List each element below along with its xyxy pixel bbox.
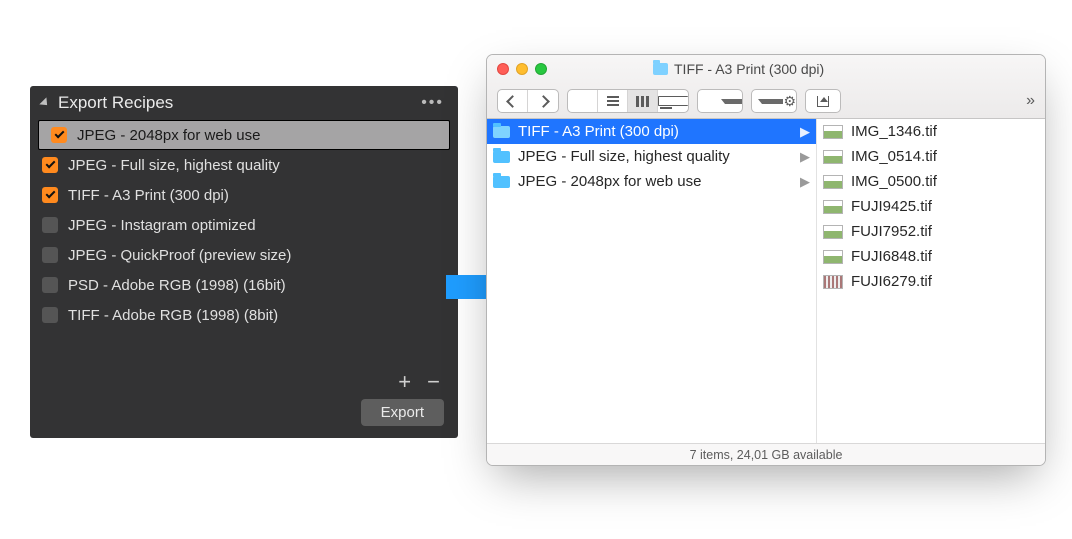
folder-row[interactable]: TIFF - A3 Print (300 dpi) ▶ [487,119,816,144]
recipe-row[interactable]: JPEG - Full size, highest quality [30,150,458,180]
recipe-checkbox[interactable] [42,157,58,173]
remove-recipe-button[interactable]: − [427,375,440,389]
folder-icon [493,176,510,188]
recipe-label: JPEG - 2048px for web use [77,127,260,144]
folder-row[interactable]: JPEG - Full size, highest quality ▶ [487,144,816,169]
file-thumbnail-icon [823,150,843,164]
maximize-window-icon[interactable] [535,63,547,75]
recipe-checkbox[interactable] [42,277,58,293]
group-by-button[interactable] [697,89,743,113]
recipe-label: TIFF - A3 Print (300 dpi) [68,187,229,204]
forward-button[interactable] [528,90,558,112]
folder-name: JPEG - 2048px for web use [518,173,701,190]
list-view-button[interactable] [598,90,628,112]
recipe-row[interactable]: JPEG - QuickProof (preview size) [30,240,458,270]
file-thumbnail-icon [823,275,843,289]
file-name: FUJI9425.tif [851,198,932,215]
recipe-row[interactable]: TIFF - A3 Print (300 dpi) [30,180,458,210]
folder-name: TIFF - A3 Print (300 dpi) [518,123,679,140]
more-options-icon[interactable]: ••• [421,94,444,112]
file-name: FUJI6279.tif [851,273,932,290]
recipe-label: PSD - Adobe RGB (1998) (16bit) [68,277,286,294]
recipe-label: JPEG - QuickProof (preview size) [68,247,291,264]
folder-row[interactable]: JPEG - 2048px for web use ▶ [487,169,816,194]
folder-icon [493,126,510,138]
panel-header[interactable]: Export Recipes ••• [30,86,458,120]
folder-name: JPEG - Full size, highest quality [518,148,730,165]
icon-view-button[interactable] [568,90,598,112]
recipe-label: TIFF - Adobe RGB (1998) (8bit) [68,307,278,324]
file-name: FUJI7952.tif [851,223,932,240]
close-window-icon[interactable] [497,63,509,75]
view-mode-buttons [567,89,689,113]
recipe-row[interactable]: JPEG - 2048px for web use [38,120,450,150]
file-thumbnail-icon [823,225,843,239]
folder-icon [493,151,510,163]
export-button[interactable]: Export [361,399,444,426]
toolbar-overflow-icon[interactable]: » [1026,92,1035,110]
recipe-label: JPEG - Instagram optimized [68,217,256,234]
file-name: IMG_0500.tif [851,173,937,190]
file-row[interactable]: FUJI9425.tif [817,194,1045,219]
file-column: IMG_1346.tif IMG_0514.tif IMG_0500.tif FUJI… [817,119,1045,443]
window-title: TIFF - A3 Print (300 dpi) [674,61,824,77]
file-row[interactable]: FUJI6279.tif [817,269,1045,294]
status-bar: 7 items, 24,01 GB available [487,443,1045,465]
disclosure-arrow-icon: ▶ [800,174,810,190]
add-recipe-button[interactable]: + [398,375,411,389]
folder-column: TIFF - A3 Print (300 dpi)▶JPEG - Full si… [487,119,817,443]
share-button[interactable] [805,89,841,113]
title-folder-icon [653,63,668,75]
recipe-list: JPEG - 2048px for web use JPEG - Full siz… [30,120,458,330]
file-row[interactable]: IMG_0514.tif [817,144,1045,169]
file-row[interactable]: IMG_0500.tif [817,169,1045,194]
disclosure-arrow-icon: ▶ [800,149,810,165]
recipe-checkbox[interactable] [42,217,58,233]
disclosure-chevron-icon[interactable] [39,97,50,108]
file-thumbnail-icon [823,175,843,189]
file-name: IMG_0514.tif [851,148,937,165]
gallery-view-button[interactable] [658,90,688,112]
file-row[interactable]: FUJI6848.tif [817,244,1045,269]
minimize-window-icon[interactable] [516,63,528,75]
recipe-checkbox[interactable] [42,307,58,323]
file-row[interactable]: IMG_1346.tif [817,119,1045,144]
recipe-checkbox[interactable] [42,247,58,263]
export-recipes-panel: Export Recipes ••• JPEG - 2048px for web… [30,86,458,438]
back-button[interactable] [498,90,528,112]
recipe-row[interactable]: JPEG - Instagram optimized [30,210,458,240]
panel-title: Export Recipes [58,93,421,113]
recipe-row[interactable]: TIFF - Adobe RGB (1998) (8bit) [30,300,458,330]
column-view-button[interactable] [628,90,658,112]
recipe-checkbox[interactable] [51,127,67,143]
recipe-checkbox[interactable] [42,187,58,203]
finder-window: TIFF - A3 Print (300 dpi) » [486,54,1046,466]
recipe-row[interactable]: PSD - Adobe RGB (1998) (16bit) [30,270,458,300]
file-thumbnail-icon [823,250,843,264]
disclosure-arrow-icon: ▶ [800,124,810,140]
nav-buttons [497,89,559,113]
file-row[interactable]: FUJI7952.tif [817,219,1045,244]
file-name: FUJI6848.tif [851,248,932,265]
window-traffic-lights[interactable] [497,63,547,75]
file-thumbnail-icon [823,200,843,214]
recipe-label: JPEG - Full size, highest quality [68,157,280,174]
file-thumbnail-icon [823,125,843,139]
file-name: IMG_1346.tif [851,123,937,140]
action-menu-button[interactable] [751,89,797,113]
